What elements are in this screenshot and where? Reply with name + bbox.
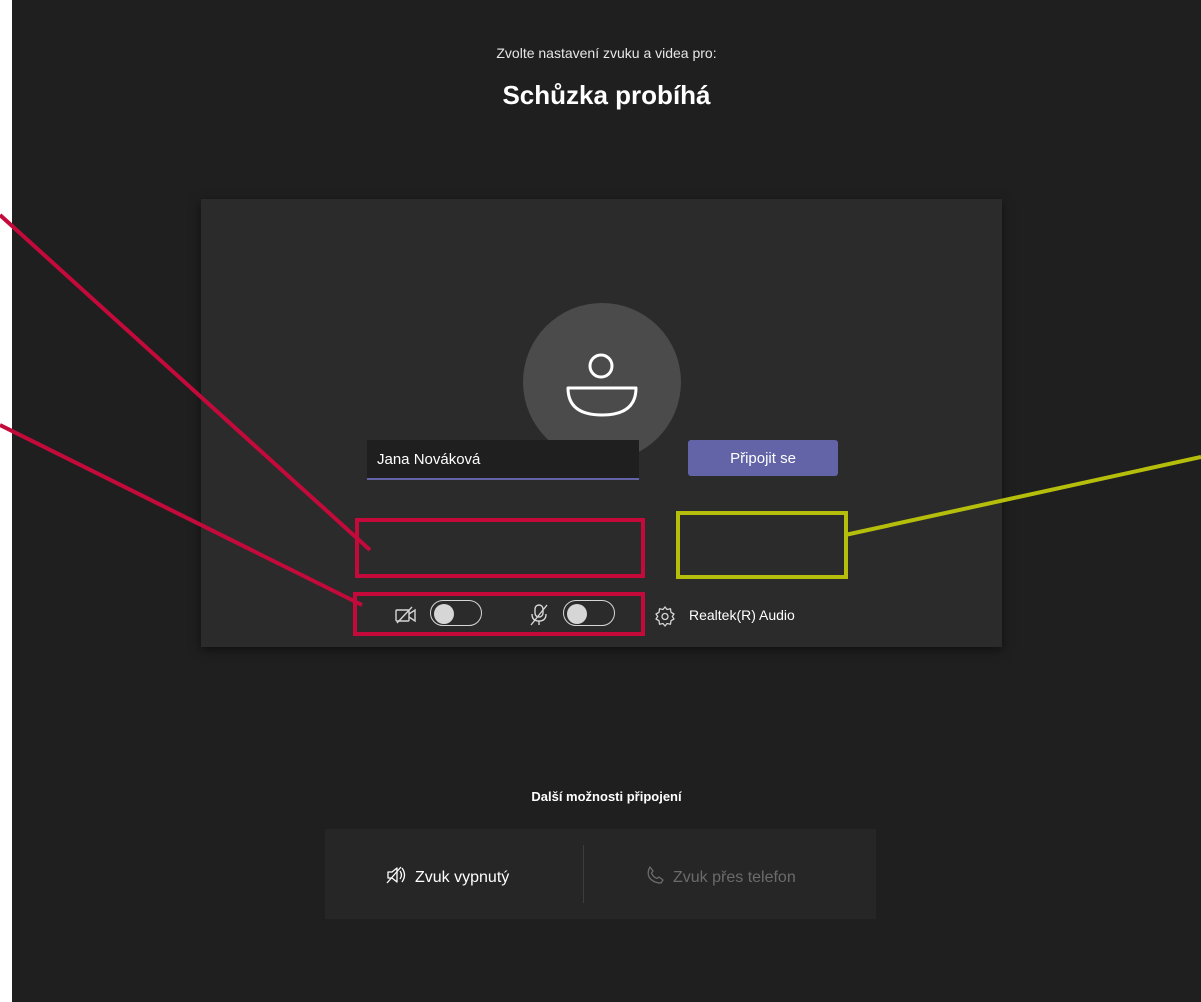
annotation-line-name — [0, 213, 372, 552]
annotation-box-toggles — [353, 592, 645, 636]
annotation-line-join — [844, 455, 1201, 537]
annotation-line-toggles — [0, 423, 363, 607]
annotation-box-name — [355, 518, 645, 578]
annotation-lines — [0, 213, 1201, 607]
annotation-box-join — [676, 511, 848, 579]
